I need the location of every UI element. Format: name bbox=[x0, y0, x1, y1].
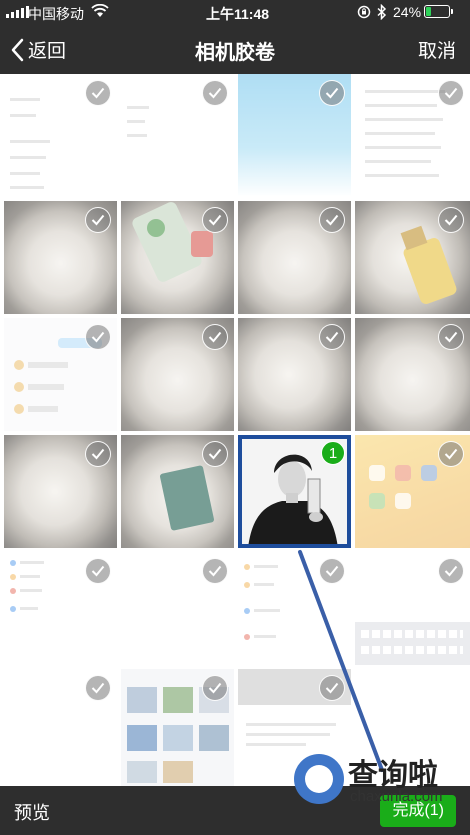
checkmark-icon bbox=[91, 214, 105, 226]
checkmark-icon bbox=[444, 214, 458, 226]
photo-thumbnail[interactable] bbox=[4, 74, 117, 197]
checkmark-icon bbox=[325, 565, 339, 577]
watermark-logo-icon bbox=[294, 754, 344, 804]
select-checkbox[interactable] bbox=[85, 324, 111, 350]
checkmark-icon bbox=[208, 682, 222, 694]
photo-thumbnail[interactable] bbox=[121, 552, 234, 665]
photo-thumbnail[interactable] bbox=[355, 201, 470, 314]
photo-thumbnail[interactable] bbox=[238, 318, 351, 431]
select-checkbox[interactable] bbox=[202, 324, 228, 350]
photo-thumbnail-selected[interactable]: 1 bbox=[238, 435, 351, 548]
checkmark-icon bbox=[208, 448, 222, 460]
photo-thumbnail[interactable] bbox=[4, 318, 117, 431]
photo-thumbnail[interactable] bbox=[121, 669, 234, 786]
photo-grid: 1 bbox=[0, 74, 470, 786]
select-checkbox[interactable] bbox=[202, 675, 228, 701]
checkmark-icon bbox=[325, 214, 339, 226]
select-checkbox[interactable] bbox=[202, 558, 228, 584]
photo-thumbnail[interactable] bbox=[355, 318, 470, 431]
page-title: 相机胶卷 bbox=[195, 42, 275, 64]
photo-thumbnail[interactable] bbox=[4, 669, 117, 786]
photo-thumbnail[interactable] bbox=[355, 435, 470, 548]
photo-thumbnail[interactable] bbox=[121, 201, 234, 314]
select-checkbox[interactable] bbox=[438, 558, 464, 584]
checkmark-icon bbox=[444, 87, 458, 99]
checkmark-icon bbox=[91, 87, 105, 99]
chevron-left-icon bbox=[11, 38, 24, 61]
preview-button[interactable]: 预览 bbox=[14, 799, 50, 825]
select-checkbox[interactable] bbox=[438, 207, 464, 233]
cancel-button[interactable]: 取消 bbox=[418, 36, 456, 63]
photo-thumbnail[interactable] bbox=[121, 435, 234, 548]
checkmark-icon bbox=[444, 448, 458, 460]
checkmark-icon bbox=[208, 87, 222, 99]
photo-thumbnail[interactable] bbox=[238, 552, 351, 665]
checkmark-icon bbox=[444, 331, 458, 343]
select-checkbox[interactable] bbox=[85, 80, 111, 106]
rotation-lock-icon bbox=[357, 5, 371, 19]
select-checkbox[interactable] bbox=[85, 675, 111, 701]
watermark: 查询啦 chaxunla.com bbox=[290, 748, 470, 814]
checkmark-icon bbox=[91, 331, 105, 343]
checkmark-icon bbox=[208, 565, 222, 577]
selection-count-badge[interactable]: 1 bbox=[321, 441, 345, 465]
status-bar: 中国移动 上午11:48 24% bbox=[0, 0, 470, 24]
checkmark-icon bbox=[325, 682, 339, 694]
checkmark-icon bbox=[444, 565, 458, 577]
wifi-icon bbox=[91, 4, 109, 17]
photo-thumbnail[interactable] bbox=[4, 435, 117, 548]
checkmark-icon bbox=[91, 448, 105, 460]
select-checkbox[interactable] bbox=[202, 441, 228, 467]
select-checkbox[interactable] bbox=[85, 558, 111, 584]
checkmark-icon bbox=[91, 682, 105, 694]
select-checkbox[interactable] bbox=[319, 324, 345, 350]
select-checkbox[interactable] bbox=[319, 558, 345, 584]
photo-thumbnail[interactable] bbox=[238, 74, 351, 197]
photo-thumbnail[interactable] bbox=[238, 201, 351, 314]
bluetooth-icon bbox=[377, 4, 387, 20]
checkmark-icon bbox=[208, 214, 222, 226]
select-checkbox[interactable] bbox=[319, 675, 345, 701]
select-checkbox[interactable] bbox=[85, 441, 111, 467]
photo-thumbnail[interactable] bbox=[355, 552, 470, 665]
select-checkbox[interactable] bbox=[202, 80, 228, 106]
back-button[interactable]: 返回 bbox=[10, 36, 66, 63]
photo-thumbnail[interactable] bbox=[355, 74, 470, 197]
watermark-domain: chaxunla.com bbox=[350, 788, 443, 805]
select-checkbox[interactable] bbox=[438, 80, 464, 106]
photo-thumbnail[interactable] bbox=[121, 74, 234, 197]
select-checkbox[interactable] bbox=[85, 207, 111, 233]
photo-thumbnail[interactable] bbox=[4, 552, 117, 665]
checkmark-icon bbox=[325, 87, 339, 99]
select-checkbox[interactable] bbox=[438, 441, 464, 467]
back-label: 返回 bbox=[28, 41, 67, 62]
checkmark-icon bbox=[325, 331, 339, 343]
select-checkbox[interactable] bbox=[319, 207, 345, 233]
photo-thumbnail[interactable] bbox=[4, 201, 117, 314]
clock: 上午11:48 bbox=[206, 6, 270, 22]
select-checkbox[interactable] bbox=[319, 80, 345, 106]
navigation-bar: 返回 相机胶卷 取消 bbox=[0, 24, 470, 74]
battery-icon bbox=[424, 5, 453, 18]
checkmark-icon bbox=[208, 331, 222, 343]
signal-strength-icon bbox=[6, 6, 29, 18]
battery-percentage: 24% bbox=[393, 4, 422, 20]
checkmark-icon bbox=[91, 565, 105, 577]
select-checkbox[interactable] bbox=[438, 324, 464, 350]
select-checkbox[interactable] bbox=[202, 207, 228, 233]
photo-thumbnail[interactable] bbox=[121, 318, 234, 431]
carrier-name: 中国移动 bbox=[28, 6, 84, 22]
